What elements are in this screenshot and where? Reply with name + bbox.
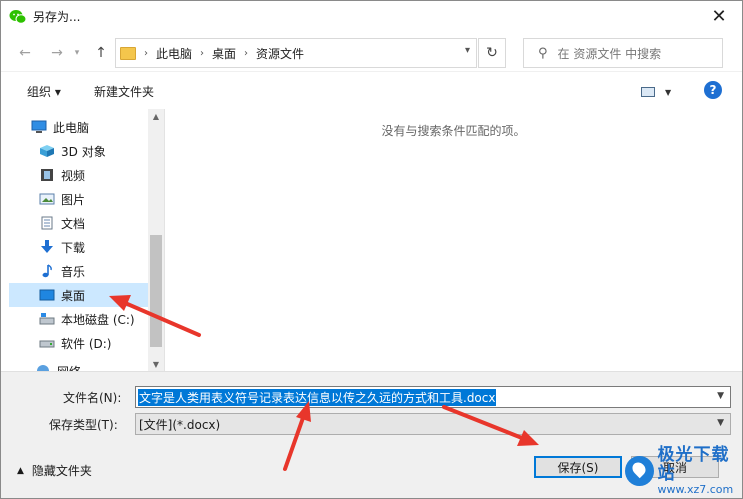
forward-arrow-icon: → [51, 45, 63, 61]
back-arrow-icon: ← [19, 45, 31, 61]
download-icon [41, 240, 53, 253]
chevron-right-icon: › [244, 47, 249, 59]
watermark-logo-icon [625, 456, 654, 486]
navigation-pane: 此电脑 3D 对象 视频 图片 文档 下载 音乐 桌面 本地磁盘 (C:) 软件… [9, 109, 164, 371]
search-icon: ⚲ [538, 45, 548, 61]
pc-icon [31, 120, 47, 133]
close-button[interactable]: ✕ [696, 1, 742, 32]
scroll-up-icon[interactable]: ▲ [148, 109, 164, 123]
music-icon [42, 264, 52, 278]
chevron-right-icon: › [200, 47, 205, 59]
pictures-icon [39, 193, 55, 205]
organize-menu[interactable]: 组织 ▾ [27, 83, 61, 100]
nav-item-network[interactable]: 网络 [35, 359, 164, 371]
filename-label: 文件名(N): [63, 391, 122, 405]
filename-value: 文字是人类用表义符号记录表达信息以传之久远的方式和工具.docx [138, 388, 497, 406]
window-title: 另存为... [33, 10, 81, 24]
folder-icon [120, 46, 136, 60]
search-input[interactable]: ⚲ 在 资源文件 中搜索 [523, 38, 723, 68]
back-button[interactable]: ← [15, 43, 35, 63]
nav-item-pictures[interactable]: 图片 [39, 187, 164, 211]
close-icon: ✕ [711, 6, 727, 27]
network-icon [37, 365, 49, 371]
forward-button[interactable]: → [47, 43, 67, 63]
new-folder-button[interactable]: 新建文件夹 [94, 83, 154, 100]
save-button[interactable]: 保存(S) [534, 456, 622, 478]
filetype-select[interactable]: [文件](*.docx) ▼ [135, 413, 731, 435]
nav-scrollbar[interactable]: ▲ ▼ [148, 109, 164, 371]
recent-locations-button[interactable]: ▾ [67, 43, 87, 63]
hide-folders-toggle[interactable]: ▲ 隐藏文件夹 [17, 462, 92, 479]
chevron-right-icon: › [144, 47, 148, 59]
view-options-button[interactable]: ▼ [641, 84, 681, 100]
chevron-up-icon: ▲ [17, 465, 24, 476]
watermark: 极光下载站 www.xz7.com [625, 445, 742, 496]
wechat-icon [9, 9, 27, 24]
nav-item-local-disk-c[interactable]: 本地磁盘 (C:) [39, 307, 164, 331]
watermark-url: www.xz7.com [657, 483, 734, 496]
file-list-area[interactable]: 没有与搜索条件匹配的项。 [165, 109, 742, 371]
title-bar: 另存为... ✕ [1, 1, 742, 32]
search-placeholder: 在 资源文件 中搜索 [557, 46, 662, 61]
drive-icon [39, 340, 55, 348]
scroll-thumb[interactable] [150, 235, 162, 347]
chevron-down-icon[interactable]: ▼ [717, 391, 724, 401]
breadcrumb-desktop[interactable]: 桌面 [212, 45, 236, 62]
breadcrumb-resources[interactable]: 资源文件 [256, 45, 304, 62]
filename-field[interactable]: 文字是人类用表义符号记录表达信息以传之久远的方式和工具.docx ▼ [135, 386, 731, 408]
hide-folders-label: 隐藏文件夹 [31, 464, 92, 478]
nav-item-videos[interactable]: 视频 [39, 163, 164, 187]
nav-item-3d-objects[interactable]: 3D 对象 [39, 139, 164, 163]
save-as-dialog: 另存为... ✕ ← → ▾ ↑ › 此电脑 › 桌面 › 资源文件 ▾ ↻ ⚲… [0, 0, 743, 499]
desktop-icon [39, 289, 55, 301]
nav-item-this-pc[interactable]: 此电脑 [31, 115, 164, 139]
refresh-icon: ↻ [486, 45, 498, 61]
command-toolbar: 组织 ▾ 新建文件夹 ▼ ? [1, 71, 742, 109]
3d-objects-icon [40, 145, 54, 157]
breadcrumb-this-pc[interactable]: 此电脑 [156, 45, 192, 62]
nav-item-downloads[interactable]: 下载 [39, 235, 164, 259]
address-dropdown-icon[interactable]: ▾ [465, 45, 470, 56]
watermark-title: 极光下载站 [657, 445, 730, 484]
address-bar[interactable]: › 此电脑 › 桌面 › 资源文件 ▾ [115, 38, 477, 68]
address-row: ← → ▾ ↑ › 此电脑 › 桌面 › 资源文件 ▾ ↻ ⚲ 在 资源文件 中… [1, 35, 742, 69]
nav-item-music[interactable]: 音乐 [39, 259, 164, 283]
refresh-button[interactable]: ↻ [478, 38, 506, 68]
up-arrow-icon: ↑ [95, 45, 107, 61]
documents-icon [41, 216, 53, 230]
chevron-down-icon[interactable]: ▼ [717, 418, 724, 428]
help-button[interactable]: ? [704, 81, 722, 99]
video-icon [41, 169, 53, 181]
chevron-down-icon: ▼ [665, 87, 672, 97]
nav-item-desktop[interactable]: 桌面 [9, 283, 149, 307]
local-disk-icon [39, 313, 55, 325]
up-button[interactable]: ↑ [91, 43, 111, 63]
nav-item-documents[interactable]: 文档 [39, 211, 164, 235]
empty-message: 没有与搜索条件匹配的项。 [381, 124, 526, 138]
chevron-down-icon: ▾ [74, 48, 80, 58]
view-icon [641, 87, 655, 97]
scroll-down-icon[interactable]: ▼ [148, 357, 164, 371]
filetype-label: 保存类型(T): [49, 418, 118, 432]
filetype-value: [文件](*.docx) [139, 417, 221, 432]
nav-item-drive-d[interactable]: 软件 (D:) [39, 331, 164, 355]
